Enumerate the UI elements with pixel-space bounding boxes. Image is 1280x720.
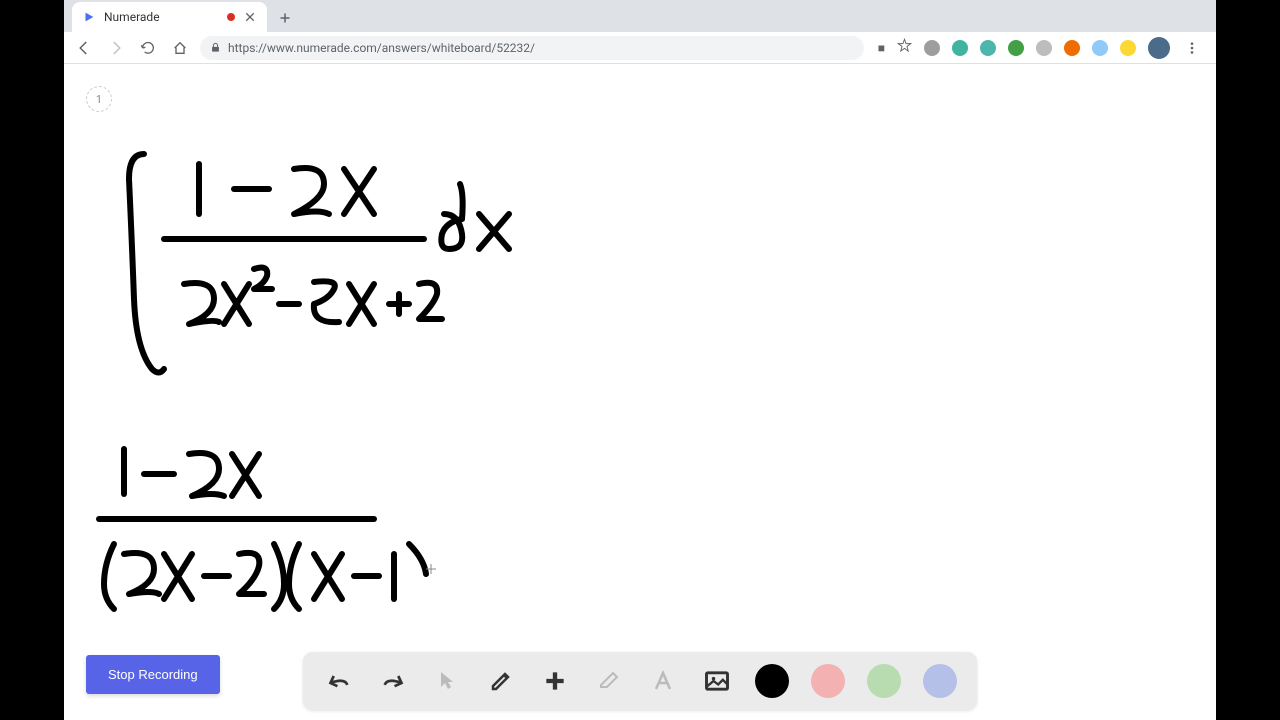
video-icon[interactable]: ■ (878, 41, 885, 55)
image-tool[interactable] (701, 665, 733, 697)
extension-icon[interactable] (924, 40, 940, 56)
extension-icon[interactable] (980, 40, 996, 56)
back-button[interactable] (72, 36, 96, 60)
handwriting-layer (64, 64, 1216, 720)
close-icon[interactable] (243, 10, 257, 24)
star-icon[interactable] (897, 38, 912, 57)
reload-button[interactable] (136, 36, 160, 60)
pillarbox-left (0, 0, 64, 720)
whiteboard-canvas[interactable]: 1 (64, 64, 1216, 720)
tab-title: Numerade (104, 10, 219, 24)
extension-icon[interactable] (1064, 40, 1080, 56)
new-tab-button[interactable] (271, 4, 299, 32)
color-red[interactable] (811, 664, 845, 698)
lock-icon (210, 42, 222, 54)
play-icon (82, 10, 96, 24)
pen-tool[interactable] (485, 665, 517, 697)
add-tool[interactable] (539, 665, 571, 697)
extension-icon[interactable] (1036, 40, 1052, 56)
pillarbox-right (1216, 0, 1280, 720)
redo-button[interactable] (377, 665, 409, 697)
url-field[interactable]: https://www.numerade.com/answers/whitebo… (200, 36, 864, 60)
avatar[interactable] (1148, 37, 1170, 59)
url-text: https://www.numerade.com/answers/whitebo… (228, 41, 535, 55)
kebab-menu-icon[interactable] (1182, 38, 1202, 58)
stop-recording-button[interactable]: Stop Recording (86, 655, 220, 694)
recording-indicator-icon (227, 13, 235, 21)
tab-strip: Numerade (64, 0, 1216, 32)
color-blue[interactable] (923, 664, 957, 698)
eraser-tool[interactable] (593, 665, 625, 697)
color-black[interactable] (755, 664, 789, 698)
color-green[interactable] (867, 664, 901, 698)
whiteboard-toolbar (303, 652, 977, 710)
forward-button[interactable] (104, 36, 128, 60)
pointer-tool[interactable] (431, 665, 463, 697)
browser-tab[interactable]: Numerade (72, 2, 267, 32)
undo-button[interactable] (323, 665, 355, 697)
extension-icon[interactable] (1008, 40, 1024, 56)
browser-window: Numerade (64, 0, 1216, 720)
extension-icon[interactable] (1120, 40, 1136, 56)
extension-icon[interactable] (1092, 40, 1108, 56)
extension-icon[interactable] (952, 40, 968, 56)
address-bar: https://www.numerade.com/answers/whitebo… (64, 32, 1216, 64)
home-button[interactable] (168, 36, 192, 60)
text-tool[interactable] (647, 665, 679, 697)
extension-icons: ■ (872, 37, 1208, 59)
